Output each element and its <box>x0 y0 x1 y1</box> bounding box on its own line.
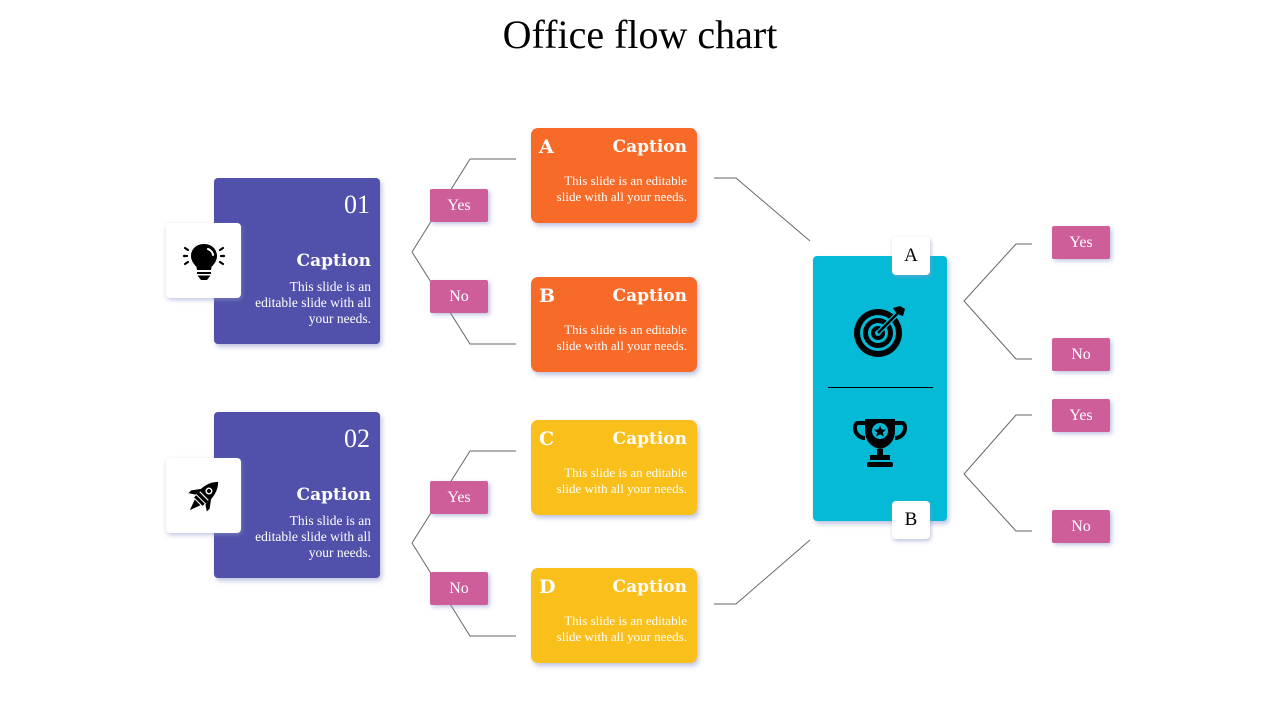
option-card-b: B Caption This slide is an editable slid… <box>531 277 697 372</box>
option-description: This slide is an editable slide with all… <box>556 465 687 496</box>
step-icon-box-02 <box>166 458 241 533</box>
option-card-d: D Caption This slide is an editable slid… <box>531 568 697 663</box>
outcome-pill-b-yes[interactable]: Yes <box>1052 399 1110 432</box>
step-number: 01 <box>344 190 370 219</box>
option-letter: B <box>539 285 556 307</box>
connector-a-goal <box>714 177 811 242</box>
step-caption: Caption <box>296 251 371 271</box>
outcome-pill-a-no[interactable]: No <box>1052 338 1110 371</box>
goal-panel <box>813 256 947 521</box>
step-caption: Caption <box>296 485 371 505</box>
option-caption: Caption <box>612 137 687 157</box>
option-caption: Caption <box>612 429 687 449</box>
step-icon-box-01 <box>166 223 241 298</box>
rocket-icon <box>187 481 218 512</box>
decision-pill-02-yes[interactable]: Yes <box>430 481 488 514</box>
trophy-icon <box>853 419 907 467</box>
option-description: This slide is an editable slide with all… <box>556 613 687 644</box>
goal-tag-b: B <box>892 501 930 539</box>
option-caption: Caption <box>612 286 687 306</box>
step-number: 02 <box>344 424 370 453</box>
option-letter: D <box>539 576 556 598</box>
outcome-pill-a-yes[interactable]: Yes <box>1052 226 1110 259</box>
option-description: This slide is an editable slide with all… <box>556 173 687 204</box>
step-description: This slide is an editable slide with all… <box>255 279 371 326</box>
option-card-a: A Caption This slide is an editable slid… <box>531 128 697 223</box>
decision-pill-02-no[interactable]: No <box>430 572 488 605</box>
option-letter: A <box>539 136 554 158</box>
outcome-pill-b-no[interactable]: No <box>1052 510 1110 543</box>
page-title: Office flow chart <box>502 12 778 57</box>
option-letter: C <box>539 428 555 450</box>
target-icon <box>854 306 905 357</box>
option-caption: Caption <box>612 577 687 597</box>
goal-tag-a: A <box>892 237 930 275</box>
goal-divider <box>828 387 933 388</box>
step-description: This slide is an editable slide with all… <box>255 513 371 560</box>
connector-goal-a-yes <box>963 243 1032 360</box>
option-description: This slide is an editable slide with all… <box>556 322 687 353</box>
decision-pill-01-yes[interactable]: Yes <box>430 189 488 222</box>
connector-d-goal <box>714 539 811 605</box>
connector-goal-b-yes <box>963 414 1032 532</box>
option-card-c: C Caption This slide is an editable slid… <box>531 420 697 515</box>
lightbulb-icon <box>182 243 225 280</box>
decision-pill-01-no[interactable]: No <box>430 280 488 313</box>
